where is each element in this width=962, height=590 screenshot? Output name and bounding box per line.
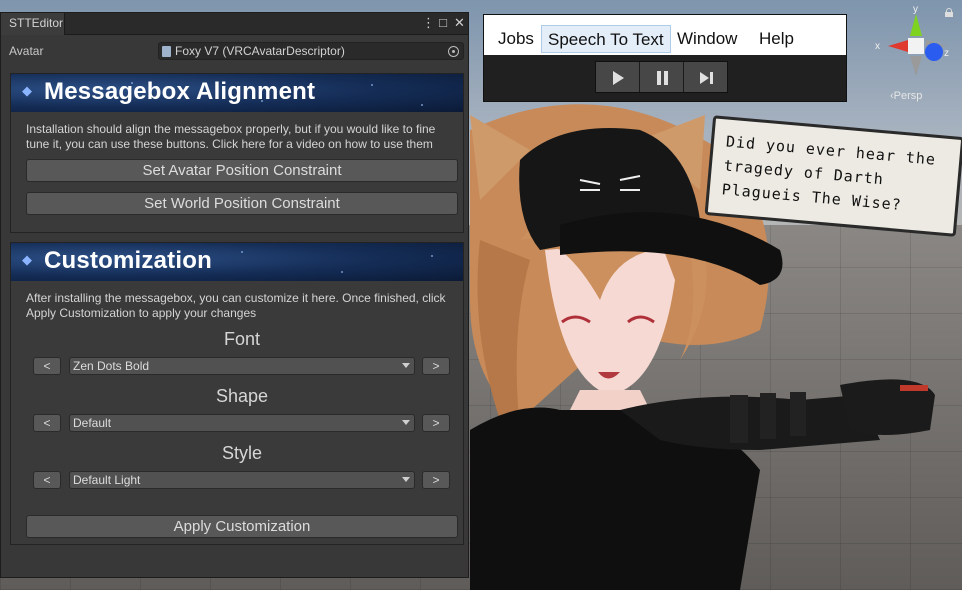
avatar-object-field[interactable]: Foxy V7 (VRCAvatarDescriptor) [158, 42, 464, 60]
style-value: Default Light [73, 473, 141, 487]
set-avatar-position-constraint-button[interactable]: Set Avatar Position Constraint [26, 159, 458, 182]
speech-bubble: Did you ever hear the tragedy of Darth P… [704, 115, 962, 247]
menu-window[interactable]: Window [671, 25, 743, 53]
scene-orientation-gizmo[interactable]: y x z [868, 4, 958, 104]
alignment-header: ◆ Messagebox Alignment [11, 74, 463, 112]
lock-icon[interactable] [945, 8, 953, 17]
window-controls: ⋮ □ ✕ [422, 15, 465, 31]
section-diamond-icon: ◆ [22, 83, 32, 98]
shape-prev-button[interactable]: < [33, 414, 61, 432]
customization-header: ◆ Customization [11, 243, 463, 281]
step-forward-icon [700, 71, 714, 85]
font-label: Font [223, 329, 261, 349]
playback-controls [595, 61, 728, 93]
menu-speech-to-text[interactable]: Speech To Text [541, 25, 671, 53]
editor-tab[interactable]: STTEditor [1, 13, 65, 35]
gizmo-z-label: z [944, 48, 949, 59]
gizmo-y-label: y [913, 4, 918, 15]
step-button[interactable] [684, 62, 727, 92]
alignment-title: Messagebox Alignment [44, 78, 316, 105]
chevron-down-icon [402, 420, 410, 425]
avatar-row: Avatar Foxy V7 (VRCAvatarDescriptor) [1, 41, 468, 61]
gizmo-x-label: x [875, 41, 880, 52]
chevron-down-icon [402, 477, 410, 482]
font-next-button[interactable]: > [422, 357, 450, 375]
customization-description: After installing the messagebox, you can… [26, 291, 446, 320]
play-button[interactable] [596, 62, 640, 92]
speech-bubble-text: Did you ever hear the tragedy of Darth P… [721, 132, 937, 214]
section-diamond-icon: ◆ [22, 252, 32, 267]
play-icon [613, 71, 624, 85]
pause-button[interactable] [640, 62, 684, 92]
style-dropdown[interactable]: Default Light [69, 471, 415, 489]
editor-titlebar: STTEditor ⋮ □ ✕ [1, 13, 468, 35]
more-options-icon[interactable]: ⋮ [422, 15, 435, 31]
style-prev-button[interactable]: < [33, 471, 61, 489]
speech-bubble-frame: Did you ever hear the tragedy of Darth P… [704, 115, 962, 237]
shape-value: Default [73, 416, 112, 430]
shape-label: Shape [215, 386, 269, 406]
menu-help[interactable]: Help [753, 25, 800, 53]
avatar-label: Avatar [9, 44, 44, 58]
shape-dropdown[interactable]: Default [69, 414, 415, 432]
menu-jobs[interactable]: Jobs [492, 25, 540, 53]
font-dropdown[interactable]: Zen Dots Bold [69, 357, 415, 375]
style-label: Style [221, 443, 263, 463]
close-icon[interactable]: ✕ [454, 15, 465, 31]
shape-next-button[interactable]: > [422, 414, 450, 432]
stt-editor-window: STTEditor ⋮ □ ✕ Avatar Foxy V7 (VRCAvata… [0, 12, 469, 578]
avatar-value: Foxy V7 (VRCAvatarDescriptor) [175, 44, 345, 58]
alignment-section: ◆ Messagebox Alignment Installation shou… [10, 73, 464, 233]
pause-icon [657, 71, 668, 85]
stt-control-window: Jobs Speech To Text Window Help [483, 14, 847, 102]
customization-section: ◆ Customization After installing the mes… [10, 242, 464, 545]
menu-bar: Jobs Speech To Text Window Help [484, 15, 846, 55]
customization-title: Customization [44, 247, 212, 274]
object-picker-icon[interactable] [448, 46, 459, 57]
object-icon [162, 46, 171, 57]
alignment-description[interactable]: Installation should align the messagebox… [26, 122, 462, 152]
apply-customization-button[interactable]: Apply Customization [26, 515, 458, 538]
persp-label: Persp [893, 90, 923, 102]
font-value: Zen Dots Bold [73, 359, 150, 373]
set-world-position-constraint-button[interactable]: Set World Position Constraint [26, 192, 458, 215]
maximize-icon[interactable]: □ [438, 15, 448, 31]
font-prev-button[interactable]: < [33, 357, 61, 375]
style-next-button[interactable]: > [422, 471, 450, 489]
chevron-down-icon [402, 363, 410, 368]
projection-toggle[interactable]: ‹Persp [890, 90, 922, 102]
